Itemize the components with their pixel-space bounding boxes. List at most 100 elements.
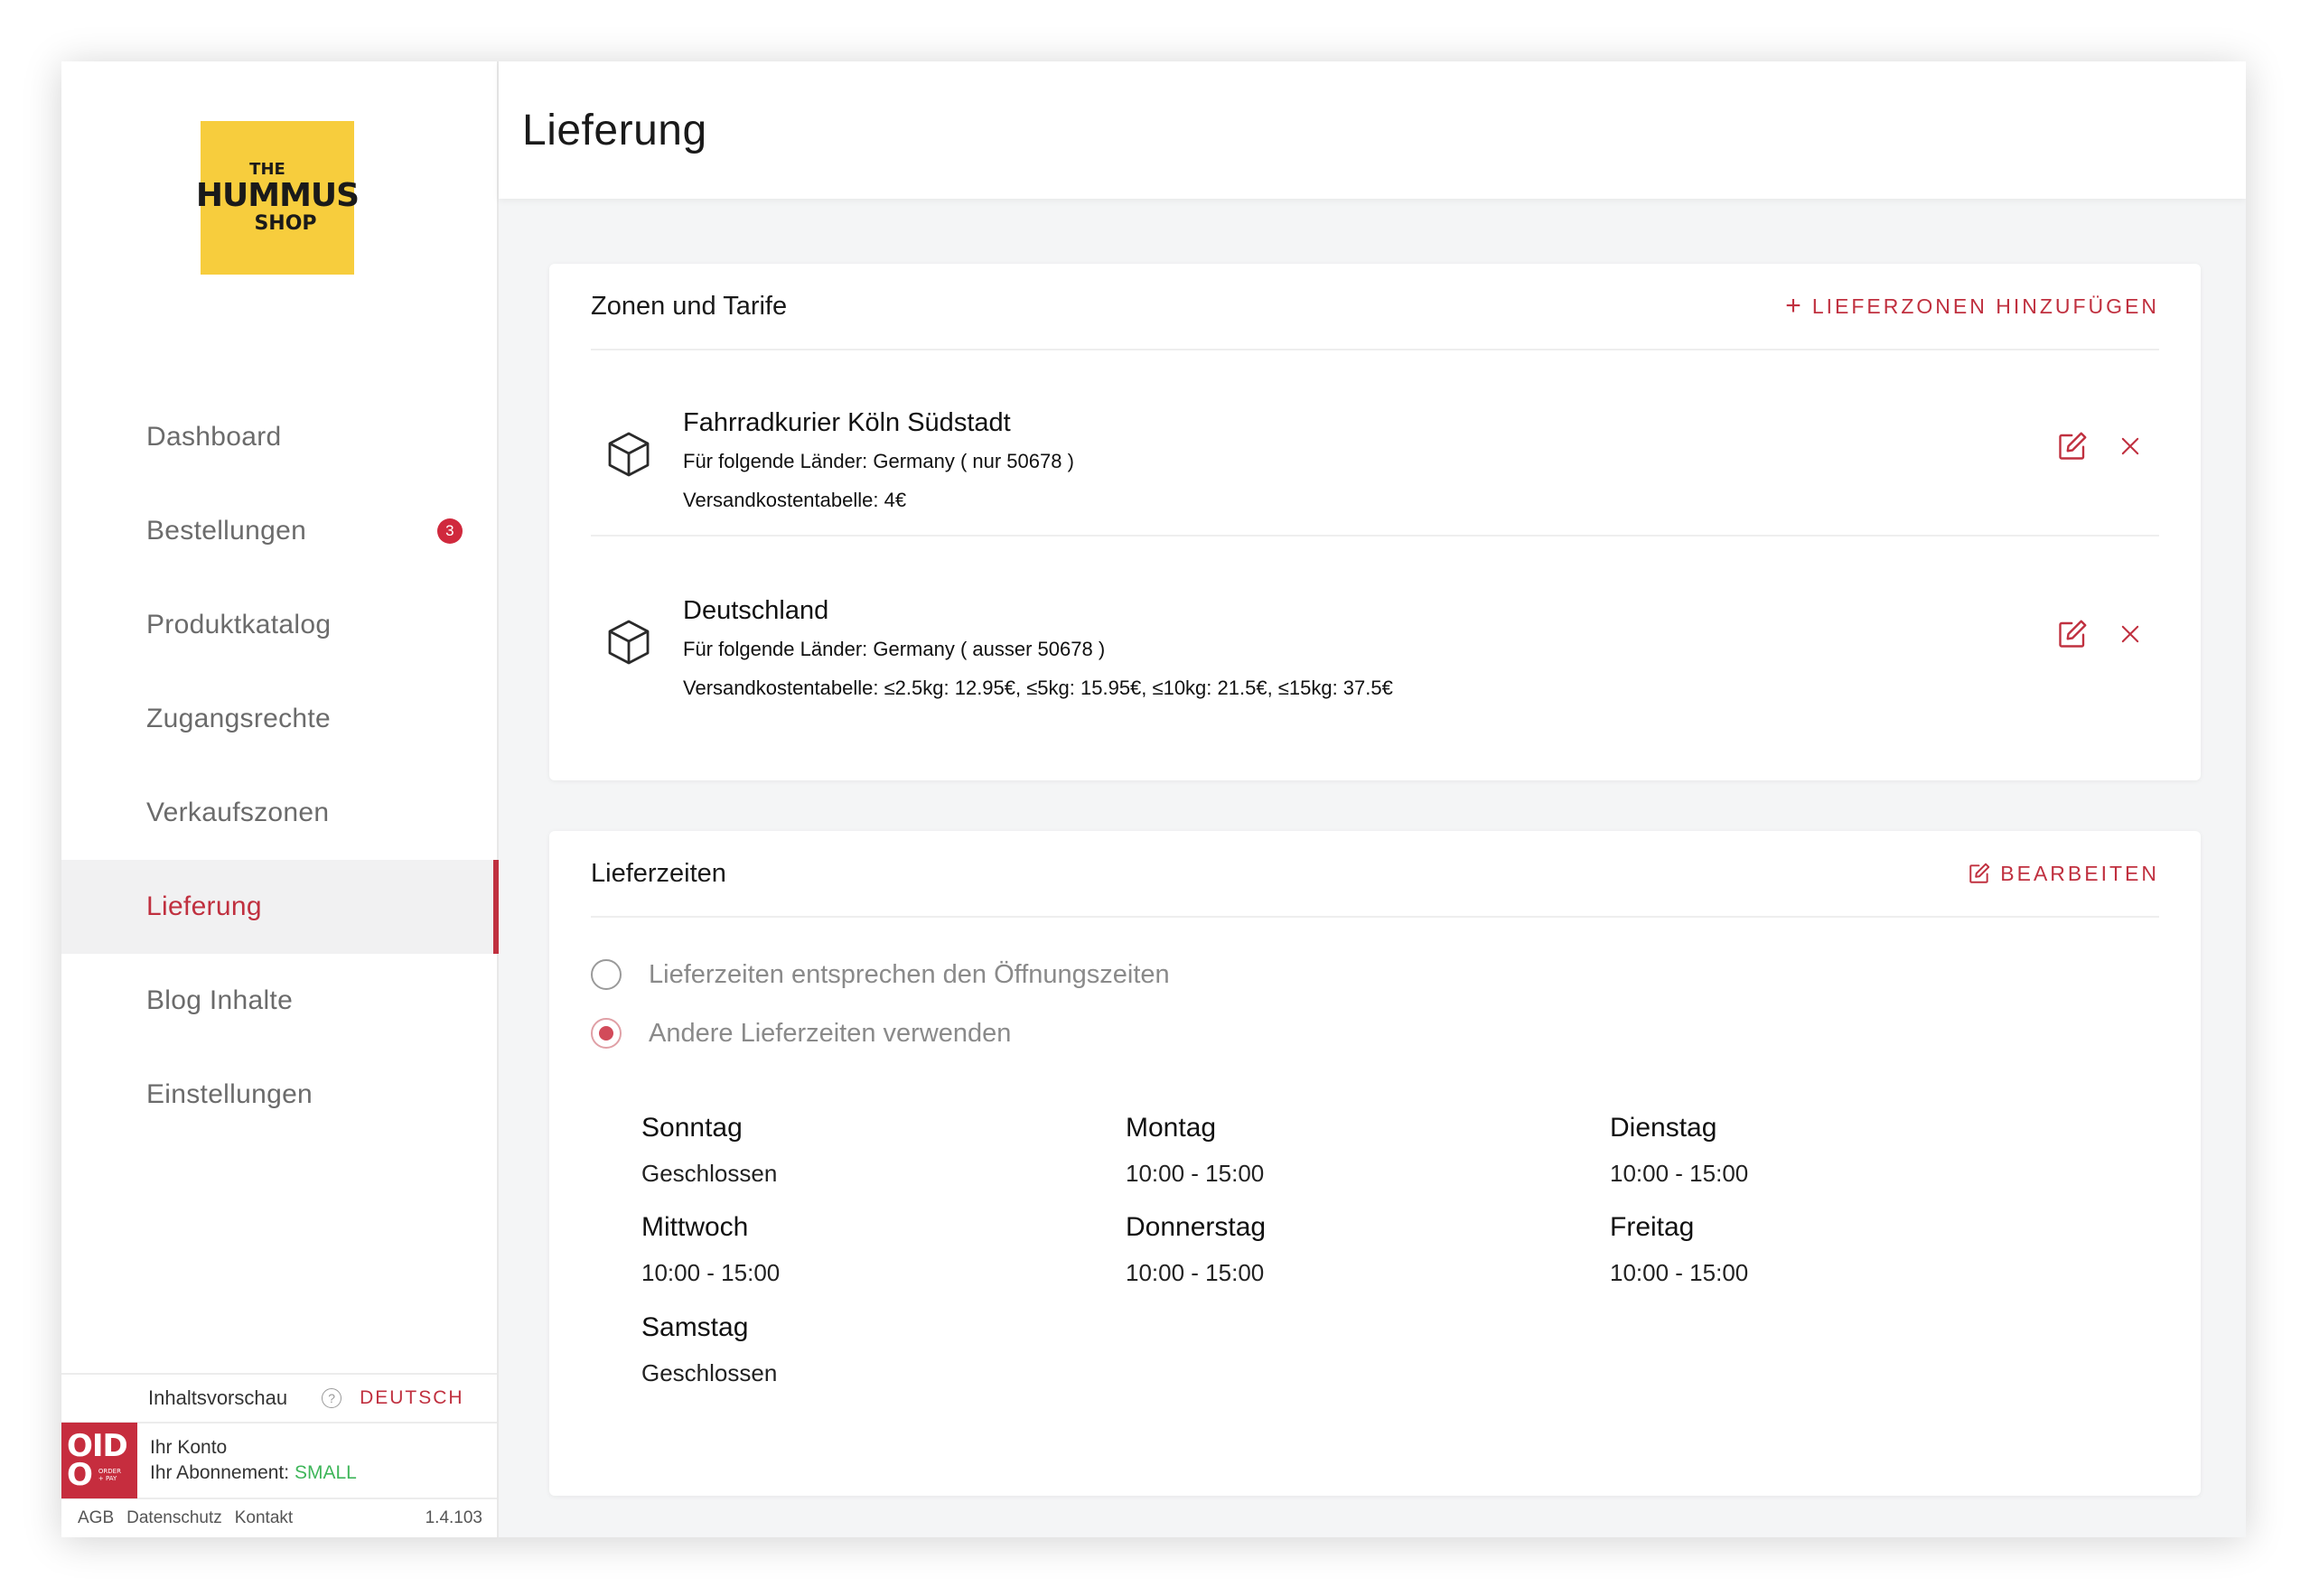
- day-name: Freitag: [1610, 1212, 1695, 1242]
- page-header: Lieferung: [499, 61, 2246, 199]
- content-preview-link[interactable]: Inhaltsvorschau: [148, 1386, 287, 1410]
- edit-delivery-times-label: BEARBEITEN: [2000, 861, 2159, 885]
- day-montag: Montag 10:00 - 15:00: [1126, 1113, 1264, 1188]
- close-icon[interactable]: [2118, 434, 2143, 459]
- sidebar-item-label: Dashboard: [146, 422, 282, 452]
- zone-rates: Versandkostentabelle: ≤2.5kg: 12.95€, ≤5…: [683, 677, 1393, 699]
- hummus-shop-logo[interactable]: THE HUMMUS SHOP: [196, 121, 360, 275]
- account-row[interactable]: OID O ORDER + PAY Ihr Konto Ihr Abonnemen…: [61, 1422, 497, 1499]
- sidebar-item-einstellungen[interactable]: Einstellungen: [61, 1048, 497, 1142]
- radio-opening-hours[interactable]: Lieferzeiten entsprechen den Öffnungszei…: [591, 959, 1170, 990]
- day-samstag: Samstag Geschlossen: [641, 1312, 777, 1387]
- zone-name: Deutschland: [683, 596, 829, 625]
- oido-logo: OID O ORDER + PAY: [61, 1423, 137, 1498]
- day-mittwoch: Mittwoch 10:00 - 15:00: [641, 1212, 780, 1287]
- sidebar-item-label: Verkaufszonen: [146, 798, 330, 827]
- add-delivery-zone-button[interactable]: + LIEFERZONEN HINZUFÜGEN: [1785, 291, 2159, 322]
- app-window: THE HUMMUS SHOP Dashboard Bestellungen 3…: [61, 61, 2246, 1537]
- subscription-info: Ihr Abonnement: SMALL: [150, 1461, 357, 1486]
- sidebar-item-label: Einstellungen: [146, 1079, 313, 1109]
- radio-label: Andere Lieferzeiten verwenden: [649, 1018, 1012, 1048]
- oido-logo-tagline: ORDER + PAY: [98, 1468, 121, 1482]
- edit-icon: [1969, 863, 1990, 883]
- day-hours: 10:00 - 15:00: [1610, 1160, 1749, 1187]
- account-info: Ihr Konto Ihr Abonnement: SMALL: [150, 1435, 357, 1486]
- sidebar-item-label: Zugangsrechte: [146, 704, 332, 733]
- page-title: Lieferung: [522, 106, 707, 154]
- delivery-times-header: Lieferzeiten BEARBEITEN: [591, 831, 2159, 918]
- day-name: Dienstag: [1610, 1113, 1717, 1143]
- oido-tagline-2: + PAY: [98, 1475, 117, 1482]
- sidebar-item-label: Blog Inhalte: [146, 985, 294, 1015]
- day-dienstag: Dienstag 10:00 - 15:00: [1610, 1113, 1748, 1188]
- sidebar-item-label: Bestellungen: [146, 516, 307, 546]
- radio-button[interactable]: [591, 959, 622, 990]
- radio-custom-hours[interactable]: Andere Lieferzeiten verwenden: [591, 1018, 1011, 1049]
- zones-card: Zonen und Tarife + LIEFERZONEN HINZUFÜGE…: [549, 264, 2201, 780]
- box-icon: [608, 432, 650, 477]
- radio-button-checked[interactable]: [591, 1018, 622, 1049]
- sidebar-item-blog-inhalte[interactable]: Blog Inhalte: [61, 954, 497, 1048]
- day-name: Montag: [1126, 1113, 1217, 1143]
- zones-card-title: Zonen und Tarife: [591, 291, 788, 321]
- delivery-times-card: Lieferzeiten BEARBEITEN Lieferzeiten ent…: [549, 831, 2201, 1496]
- edit-icon[interactable]: [2056, 618, 2089, 650]
- footer-links: AGB Datenschutz Kontakt 1.4.103: [61, 1499, 497, 1537]
- help-icon[interactable]: ?: [322, 1388, 342, 1408]
- day-hours: 10:00 - 15:00: [1126, 1259, 1265, 1286]
- edit-icon[interactable]: [2056, 430, 2089, 462]
- day-hours: 10:00 - 15:00: [1610, 1259, 1749, 1286]
- sidebar-item-bestellungen[interactable]: Bestellungen 3: [61, 484, 497, 578]
- day-hours: Geschlossen: [641, 1160, 778, 1187]
- orders-count-badge: 3: [437, 518, 463, 544]
- edit-delivery-times-button[interactable]: BEARBEITEN: [1968, 862, 2159, 886]
- zone-item: Fahrradkurier Köln Südstadt Für folgende…: [591, 350, 2159, 537]
- logo-line-3: SHOP: [254, 212, 317, 235]
- day-sonntag: Sonntag Geschlossen: [641, 1113, 777, 1188]
- add-delivery-zone-label: LIEFERZONEN HINZUFÜGEN: [1811, 294, 2159, 318]
- language-selector[interactable]: DEUTSCH: [360, 1387, 464, 1409]
- day-name: Mittwoch: [641, 1212, 749, 1242]
- day-hours: 10:00 - 15:00: [1126, 1160, 1265, 1187]
- delivery-times-title: Lieferzeiten: [591, 858, 726, 888]
- day-name: Sonntag: [641, 1113, 743, 1143]
- agb-link[interactable]: AGB: [78, 1508, 114, 1528]
- sidebar-item-label: Lieferung: [146, 891, 262, 921]
- preview-row: Inhaltsvorschau ? DEUTSCH: [61, 1373, 497, 1422]
- sidebar: THE HUMMUS SHOP Dashboard Bestellungen 3…: [61, 61, 499, 1537]
- day-hours: Geschlossen: [641, 1359, 778, 1386]
- close-icon[interactable]: [2118, 621, 2143, 647]
- plus-icon: +: [1785, 291, 1801, 321]
- zone-item: Deutschland Für folgende Länder: Germany…: [591, 538, 2159, 724]
- main-content: Lieferung Zonen und Tarife + LIEFERZONEN…: [499, 61, 2246, 1537]
- zone-countries: Für folgende Länder: Germany ( nur 50678…: [683, 450, 1074, 472]
- kontakt-link[interactable]: Kontakt: [235, 1508, 293, 1528]
- radio-label: Lieferzeiten entsprechen den Öffnungszei…: [649, 959, 1170, 989]
- day-donnerstag: Donnerstag 10:00 - 15:00: [1126, 1212, 1266, 1287]
- app-version: 1.4.103: [425, 1508, 482, 1527]
- subscription-label: Ihr Abonnement:: [150, 1462, 290, 1483]
- subscription-plan: SMALL: [294, 1462, 357, 1483]
- logo-line-2: HUMMUS: [195, 177, 360, 214]
- zone-name: Fahrradkurier Köln Südstadt: [683, 408, 1011, 437]
- sidebar-nav: Dashboard Bestellungen 3 Produktkatalog …: [61, 390, 499, 1142]
- day-freitag: Freitag 10:00 - 15:00: [1610, 1212, 1748, 1287]
- sidebar-item-zugangsrechte[interactable]: Zugangsrechte: [61, 672, 497, 766]
- zones-card-header: Zonen und Tarife + LIEFERZONEN HINZUFÜGE…: [591, 264, 2159, 350]
- oido-tagline-1: ORDER: [98, 1468, 121, 1475]
- zone-countries: Für folgende Länder: Germany ( ausser 50…: [683, 638, 1106, 660]
- sidebar-item-dashboard[interactable]: Dashboard: [61, 390, 497, 484]
- oido-logo-line-2-row: O ORDER + PAY: [67, 1457, 137, 1493]
- sidebar-item-lieferung[interactable]: Lieferung: [61, 860, 499, 954]
- logo-line-1: THE: [249, 160, 285, 179]
- account-link[interactable]: Ihr Konto: [150, 1435, 357, 1461]
- day-hours: 10:00 - 15:00: [641, 1259, 781, 1286]
- zone-rates: Versandkostentabelle: 4€: [683, 489, 907, 511]
- sidebar-item-verkaufszonen[interactable]: Verkaufszonen: [61, 766, 497, 860]
- sidebar-item-produktkatalog[interactable]: Produktkatalog: [61, 578, 497, 672]
- oido-logo-line-2: O: [67, 1457, 93, 1493]
- sidebar-item-label: Produktkatalog: [146, 610, 332, 639]
- sidebar-footer: Inhaltsvorschau ? DEUTSCH OID O ORDER + P…: [61, 1373, 497, 1537]
- day-name: Samstag: [641, 1312, 749, 1342]
- datenschutz-link[interactable]: Datenschutz: [126, 1508, 222, 1528]
